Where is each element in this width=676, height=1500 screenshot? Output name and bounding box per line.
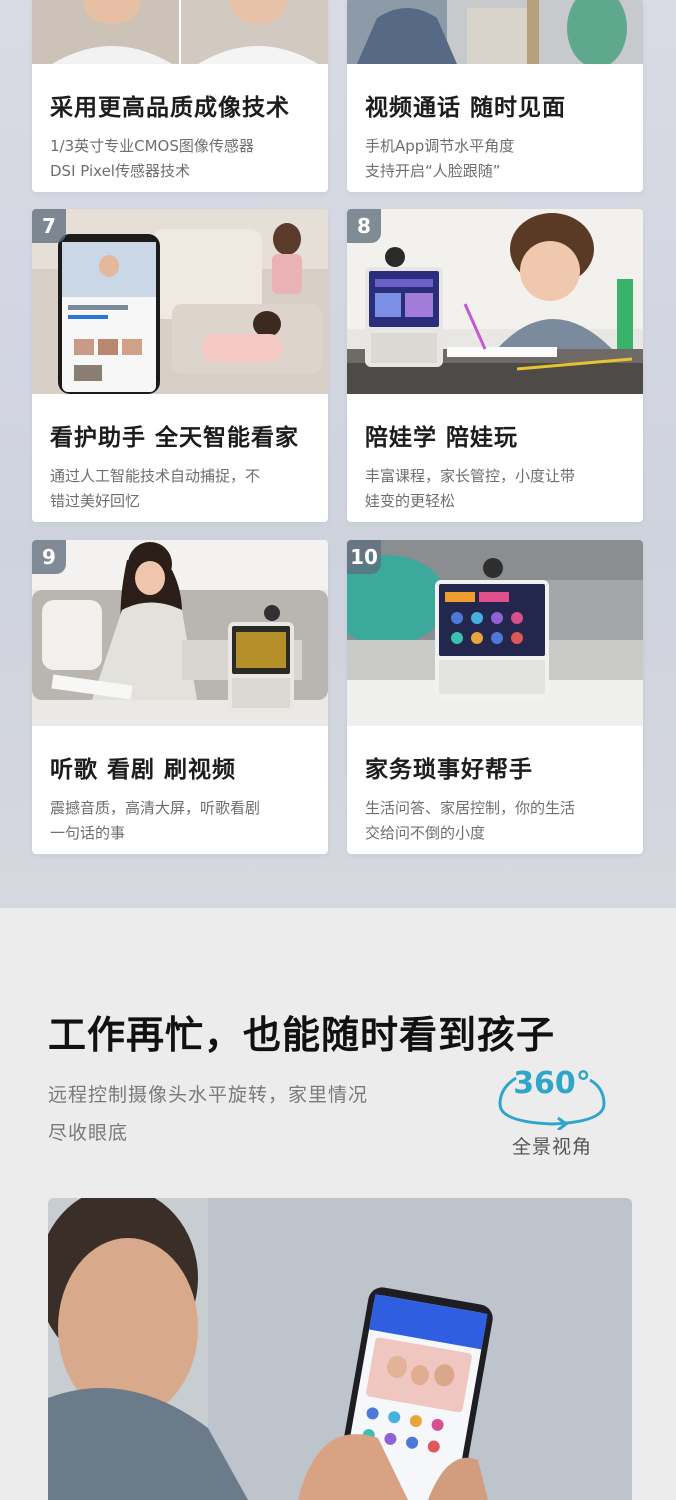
feature-description: 1/3英寸专业CMOS图像传感器 DSI Pixel传感器技术 [50,134,310,184]
panorama-badge: 360° 全景视角 [494,1066,610,1162]
feature-card-home-care: 7 看护助手 全天智能看家 通过人工智能技术自动捕捉，不 错过美好回忆 [32,209,328,522]
feature-card-imaging: 采用更高品质成像技术 1/3英寸专业CMOS图像传感器 DSI Pixel传感器… [32,0,328,192]
description-line: 娃变的更轻松 [365,492,456,510]
section-description: 远程控制摄像头水平旋转，家里情况 尽收眼底 [48,1076,438,1152]
feature-card-study: 8 陪娃学 陪娃玩 丰富课程，家长管控，小度让带 娃变的更轻松 [347,209,643,522]
feature-title: 看护助手 全天智能看家 [50,425,300,451]
description-line: 生活问答、家居控制，你的生活 [365,799,576,817]
feature-title: 视频通话 随时见面 [365,95,567,121]
feature-title: 陪娃学 陪娃玩 [365,425,519,451]
description-line: 交给问不倒的小度 [365,824,486,842]
panorama-value: 360° [513,1066,591,1101]
description-line: 震撼音质，高清大屏，听歌看剧 [50,799,261,817]
feature-photo-imaging [32,0,328,64]
feature-description: 手机App调节水平角度 支持开启“人脸跟随” [365,134,625,184]
description-line: 支持开启“人脸跟随” [365,162,501,180]
description-line: 手机App调节水平角度 [365,137,515,155]
feature-number-badge: 7 [32,209,66,243]
feature-number-badge: 10 [347,540,381,574]
phone-usage-photo [48,1198,632,1500]
description-line: 1/3英寸专业CMOS图像传感器 [50,137,254,155]
feature-photo-video-call [347,0,643,64]
description-line: DSI Pixel传感器技术 [50,162,190,180]
feature-photo-household: 10 [347,540,643,726]
description-line: 远程控制摄像头水平旋转，家里情况 [48,1084,369,1106]
feature-title: 家务琐事好帮手 [365,757,533,783]
description-line: 丰富课程，家长管控，小度让带 [365,467,576,485]
feature-photo-study: 8 [347,209,643,394]
feature-description: 丰富课程，家长管控，小度让带 娃变的更轻松 [365,464,625,514]
features-section: 采用更高品质成像技术 1/3英寸专业CMOS图像传感器 DSI Pixel传感器… [0,0,676,908]
panorama-label: 全景视角 [511,1136,592,1158]
feature-photo-entertainment: 9 [32,540,328,726]
description-line: 错过美好回忆 [50,492,141,510]
description-line: 通过人工智能技术自动捕捉，不 [50,467,261,485]
feature-title: 听歌 看剧 刷视频 [50,757,237,783]
remote-watch-section: 工作再忙，也能随时看到孩子 远程控制摄像头水平旋转，家里情况 尽收眼底 360°… [0,908,676,1500]
feature-card-household: 10 家务琐事好帮手 生活问答、家居控制，你的生活 交给问不倒的小度 [347,540,643,854]
feature-number-badge: 8 [347,209,381,243]
feature-card-entertainment: 9 听歌 看剧 刷视频 震撼音质，高清大屏，听歌看剧 一句话的事 [32,540,328,854]
feature-number-badge: 9 [32,540,66,574]
feature-description: 通过人工智能技术自动捕捉，不 错过美好回忆 [50,464,310,514]
feature-description: 震撼音质，高清大屏，听歌看剧 一句话的事 [50,796,310,846]
feature-card-video-call: 视频通话 随时见面 手机App调节水平角度 支持开启“人脸跟随” [347,0,643,192]
section-title: 工作再忙，也能随时看到孩子 [48,1013,556,1057]
feature-title: 采用更高品质成像技术 [50,95,290,121]
description-line: 尽收眼底 [48,1122,129,1144]
description-line: 一句话的事 [50,824,126,842]
feature-description: 生活问答、家居控制，你的生活 交给问不倒的小度 [365,796,625,846]
feature-photo-home-care: 7 [32,209,328,394]
